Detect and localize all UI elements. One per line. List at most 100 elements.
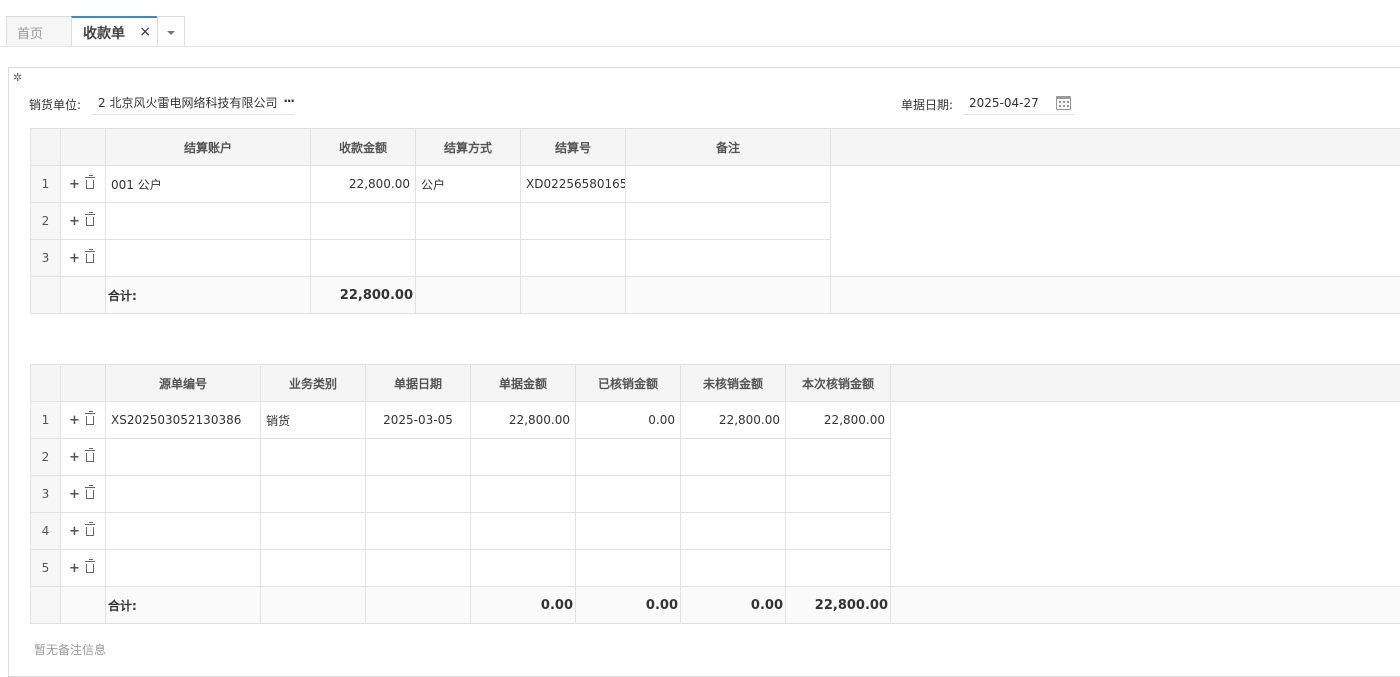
- cell-note[interactable]: [626, 240, 831, 277]
- cell-date[interactable]: [366, 513, 471, 550]
- trash-icon[interactable]: [86, 217, 94, 226]
- row-filler: [831, 203, 1400, 240]
- row-filler: [891, 513, 1400, 550]
- cell-date[interactable]: 2025-03-05: [366, 402, 471, 439]
- gear-icon[interactable]: ✲: [13, 71, 22, 84]
- cell-date[interactable]: [366, 439, 471, 476]
- cell-verified[interactable]: [576, 439, 681, 476]
- tab-home[interactable]: 首页: [6, 16, 72, 47]
- cell-type[interactable]: [261, 513, 366, 550]
- total-label: 合计:: [106, 587, 261, 624]
- total-bill-amount: 0.00: [471, 587, 576, 624]
- cell-bill-no[interactable]: XS202503052130386: [106, 402, 261, 439]
- cell-bill-no[interactable]: [106, 476, 261, 513]
- cell-bill-no[interactable]: [106, 513, 261, 550]
- cell-verified[interactable]: [576, 476, 681, 513]
- close-icon[interactable]: ×: [139, 24, 151, 40]
- add-row-icon[interactable]: +: [69, 413, 80, 428]
- trash-icon[interactable]: [86, 564, 94, 573]
- cell-this-time[interactable]: [786, 439, 891, 476]
- trash-icon[interactable]: [86, 254, 94, 263]
- total-unverified: 0.00: [681, 587, 786, 624]
- cell-bill-amount[interactable]: [471, 439, 576, 476]
- tab-receipt[interactable]: 收款单 ×: [71, 16, 158, 47]
- cell-verified[interactable]: [576, 513, 681, 550]
- add-row-icon[interactable]: +: [69, 524, 80, 539]
- trash-icon[interactable]: [86, 180, 94, 189]
- date-field[interactable]: 2025-04-27: [963, 91, 1075, 115]
- more-button[interactable]: ···: [283, 94, 294, 108]
- cell-method[interactable]: [416, 203, 521, 240]
- cell-verified[interactable]: [576, 550, 681, 587]
- cell-this-time[interactable]: [786, 476, 891, 513]
- total-date: [366, 587, 471, 624]
- add-row-icon[interactable]: +: [69, 561, 80, 576]
- cell-type[interactable]: [261, 439, 366, 476]
- trash-icon[interactable]: [86, 490, 94, 499]
- cell-amount[interactable]: [311, 203, 416, 240]
- cell-date[interactable]: [366, 550, 471, 587]
- add-row-icon[interactable]: +: [69, 487, 80, 502]
- add-row-icon[interactable]: +: [69, 214, 80, 229]
- cell-amount[interactable]: 22,800.00: [311, 166, 416, 203]
- trash-icon[interactable]: [86, 453, 94, 462]
- row-ops: +: [61, 402, 106, 439]
- cell-note[interactable]: [626, 203, 831, 240]
- header-filler: [831, 129, 1400, 166]
- cell-bill-amount[interactable]: [471, 513, 576, 550]
- add-row-icon[interactable]: +: [69, 450, 80, 465]
- cell-type[interactable]: [261, 550, 366, 587]
- cell-bill-no[interactable]: [106, 550, 261, 587]
- cell-method[interactable]: 公户: [416, 166, 521, 203]
- cell-type[interactable]: 销货: [261, 402, 366, 439]
- date-label: 单据日期:: [901, 96, 953, 113]
- cell-settle-no[interactable]: [521, 240, 626, 277]
- cell-settle-no[interactable]: [521, 203, 626, 240]
- cell-unverified[interactable]: [681, 439, 786, 476]
- tab-dropdown-button[interactable]: [157, 16, 185, 47]
- cell-bill-amount[interactable]: [471, 550, 576, 587]
- trash-icon[interactable]: [86, 527, 94, 536]
- header-amount: 收款金额: [311, 129, 416, 166]
- cell-settle-no[interactable]: XD02256580165: [521, 166, 626, 203]
- remark-text: 暂无备注信息: [34, 641, 106, 658]
- cell-bill-amount[interactable]: 22,800.00: [471, 402, 576, 439]
- add-row-icon[interactable]: +: [69, 251, 80, 266]
- total-settle-no: [521, 277, 626, 314]
- header-filler: [891, 365, 1400, 402]
- cell-unverified[interactable]: 22,800.00: [681, 402, 786, 439]
- customer-field[interactable]: 2 北京风火雷电网络科技有限公司 ···: [92, 91, 294, 115]
- table-row: 4 +: [31, 513, 1400, 550]
- add-row-icon[interactable]: +: [69, 177, 80, 192]
- header-bill-amount: 单据金额: [471, 365, 576, 402]
- cell-unverified[interactable]: [681, 476, 786, 513]
- cell-unverified[interactable]: [681, 513, 786, 550]
- calendar-icon[interactable]: [1056, 96, 1071, 110]
- cell-account[interactable]: [106, 240, 311, 277]
- cell-amount[interactable]: [311, 240, 416, 277]
- total-this-time: 22,800.00: [786, 587, 891, 624]
- row-ops: +: [61, 166, 106, 203]
- header-this-time: 本次核销金额: [786, 365, 891, 402]
- cell-account[interactable]: 001 公户: [106, 166, 311, 203]
- table-row: 1 + 001 公户 22,800.00 公户 XD02256580165: [31, 166, 1400, 203]
- cell-method[interactable]: [416, 240, 521, 277]
- cell-this-time[interactable]: [786, 513, 891, 550]
- cell-unverified[interactable]: [681, 550, 786, 587]
- cell-this-time[interactable]: [786, 550, 891, 587]
- table-row: 3 +: [31, 476, 1400, 513]
- cell-verified[interactable]: 0.00: [576, 402, 681, 439]
- cell-account[interactable]: [106, 203, 311, 240]
- trash-icon[interactable]: [86, 416, 94, 425]
- tab-bar: 首页 收款单 ×: [0, 0, 1400, 47]
- cell-bill-amount[interactable]: [471, 476, 576, 513]
- cell-date[interactable]: [366, 476, 471, 513]
- cell-note[interactable]: [626, 166, 831, 203]
- header-rownum: [31, 129, 61, 166]
- date-value: 2025-04-27: [969, 96, 1039, 110]
- cell-type[interactable]: [261, 476, 366, 513]
- cell-this-time[interactable]: 22,800.00: [786, 402, 891, 439]
- header-ops: [61, 129, 106, 166]
- header-date: 单据日期: [366, 365, 471, 402]
- cell-bill-no[interactable]: [106, 439, 261, 476]
